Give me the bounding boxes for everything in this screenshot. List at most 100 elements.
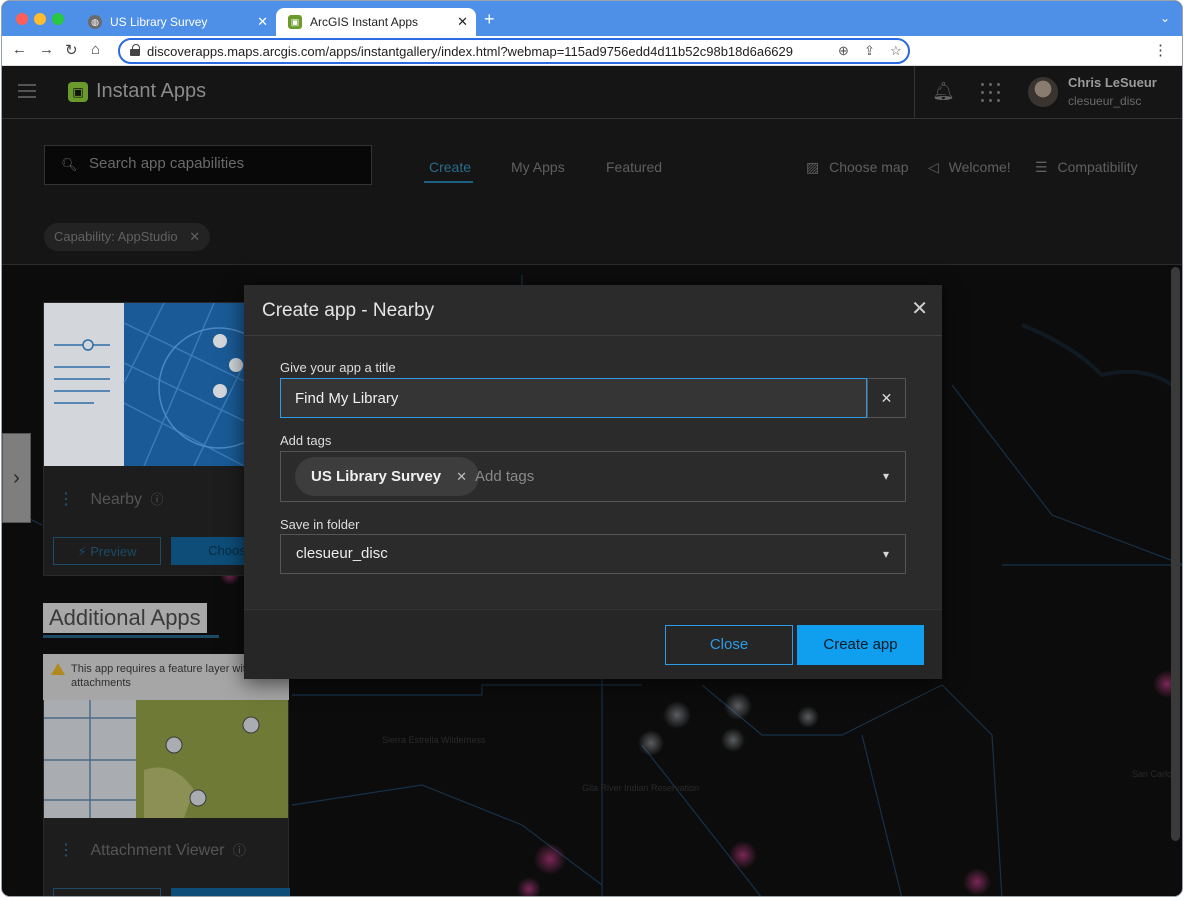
- search-input[interactable]: [89, 155, 359, 172]
- reload-icon[interactable]: ↻: [65, 41, 78, 59]
- tag-chip[interactable]: US Library Survey ✕: [295, 457, 480, 496]
- nearby-title: Nearby: [90, 491, 143, 508]
- attachment-viewer-title-row: ⋮ Attachment Viewer ⓘ: [44, 840, 246, 860]
- chevron-down-icon[interactable]: ▾: [883, 547, 889, 561]
- preview-button-2[interactable]: [53, 888, 161, 896]
- browser-tab-survey[interactable]: ◍ US Library Survey ✕: [76, 8, 276, 36]
- instant-apps-logo-icon: ▣: [68, 82, 88, 102]
- tags-field[interactable]: US Library Survey ✕ Add tags ▾: [280, 451, 906, 502]
- header-divider: [914, 66, 915, 119]
- warning-triangle-icon: [51, 663, 65, 675]
- tags-field-label: Add tags: [280, 433, 332, 448]
- user-name[interactable]: Chris LeSueur: [1068, 75, 1157, 90]
- map-icon: ▨: [806, 159, 820, 175]
- share-icon[interactable]: ⇪: [864, 43, 875, 59]
- forward-arrow-icon[interactable]: →: [39, 41, 54, 58]
- back-arrow-icon[interactable]: ←: [12, 41, 27, 58]
- create-app-dialog: Create app - Nearby ✕ Give your app a ti…: [244, 285, 942, 679]
- url-text[interactable]: discoverapps.maps.arcgis.com/apps/instan…: [147, 44, 793, 59]
- warning-text: This app requires a feature layer with a…: [71, 663, 252, 689]
- tab-title: ArcGIS Instant Apps: [310, 15, 419, 29]
- tags-input[interactable]: Add tags: [475, 468, 534, 485]
- remove-tag-icon[interactable]: ✕: [456, 457, 467, 496]
- app-card-attachment-viewer[interactable]: ⋮ Attachment Viewer ⓘ: [43, 700, 290, 896]
- close-window-button[interactable]: [16, 13, 28, 25]
- tab-my-apps[interactable]: My Apps: [511, 159, 565, 175]
- welcome-button[interactable]: ◁ Welcome!: [928, 159, 1011, 176]
- browser-window: ◍ US Library Survey ✕ ▣ ArcGIS Instant A…: [1, 0, 1183, 897]
- active-tab-indicator: [424, 181, 473, 183]
- map-label-sierra-estrella: Sierra Estrella Wilderness: [382, 735, 486, 745]
- user-id: clesueur_disc: [1068, 94, 1142, 108]
- welcome-label: Welcome!: [948, 159, 1011, 175]
- attachment-viewer-title: Attachment Viewer: [90, 842, 225, 859]
- dialog-footer: Close Create app: [244, 609, 942, 679]
- notifications-bell-icon[interactable]: 🔔︎: [932, 81, 955, 102]
- info-circle-icon[interactable]: ⓘ: [150, 492, 163, 507]
- tab-title: US Library Survey: [110, 15, 208, 29]
- chip-remove-icon[interactable]: ✕: [189, 229, 200, 244]
- gallery-toolbar: 🔍︎ Create My Apps Featured ▨ Choose map …: [2, 119, 1182, 265]
- heading-underline: [43, 635, 219, 638]
- dialog-header: Create app - Nearby ✕: [244, 285, 942, 336]
- app-launcher-grid-icon[interactable]: [981, 83, 1001, 103]
- info-circle-icon[interactable]: ⓘ: [233, 843, 246, 858]
- bookmark-star-icon[interactable]: ☆: [890, 43, 902, 59]
- capability-filter-chip[interactable]: Capability: AppStudio ✕: [44, 223, 211, 251]
- tab-search-chevron-icon[interactable]: ⌄: [1160, 11, 1170, 25]
- close-button[interactable]: Close: [665, 625, 793, 665]
- tab-create[interactable]: Create: [429, 159, 471, 175]
- preview-button[interactable]: ⚡︎ Preview: [53, 537, 161, 565]
- browser-menu-icon[interactable]: ⋮: [1153, 41, 1168, 59]
- chevron-down-icon[interactable]: ▾: [883, 469, 889, 483]
- app-title-field[interactable]: [280, 378, 867, 418]
- dialog-title: Create app - Nearby: [262, 300, 435, 321]
- search-icon: 🔍︎: [61, 157, 78, 172]
- user-avatar[interactable]: [1028, 77, 1058, 107]
- browser-toolbar: ← → ↻ ⌂ discoverapps.maps.arcgis.com/app…: [2, 36, 1182, 66]
- compatibility-label: Compatibility: [1057, 159, 1138, 175]
- choose-map-button[interactable]: ▨ Choose map: [806, 159, 909, 176]
- nearby-title-row: ⋮ Nearby ⓘ: [44, 489, 164, 509]
- clear-title-icon[interactable]: ✕: [867, 378, 906, 418]
- tab-featured[interactable]: Featured: [606, 159, 662, 175]
- folder-selected-value: clesueur_disc: [296, 545, 388, 562]
- preview-label: Preview: [90, 544, 137, 559]
- attachment-viewer-thumbnail: [44, 700, 288, 818]
- browser-tab-instant-apps[interactable]: ▣ ArcGIS Instant Apps ✕: [276, 8, 476, 36]
- tag-chip-label: US Library Survey: [311, 468, 442, 485]
- new-tab-icon[interactable]: +: [484, 9, 495, 30]
- app-title-input[interactable]: [281, 379, 866, 417]
- address-bar[interactable]: discoverapps.maps.arcgis.com/apps/instan…: [118, 38, 910, 64]
- choose-map-label: Choose map: [829, 159, 909, 175]
- filter-icon: ☰: [1035, 159, 1048, 175]
- card-kebab-icon[interactable]: ⋮: [58, 842, 74, 859]
- home-icon[interactable]: ⌂: [91, 41, 100, 58]
- additional-apps-heading: Additional Apps: [43, 603, 207, 633]
- tab-close-icon[interactable]: ✕: [257, 14, 268, 30]
- tab-close-icon[interactable]: ✕: [457, 14, 468, 30]
- zoom-icon[interactable]: ⊕: [838, 43, 849, 59]
- expand-panel-chevron-icon[interactable]: ›: [2, 433, 31, 523]
- card-kebab-icon[interactable]: ⋮: [58, 491, 74, 508]
- preview-icon: ⚡︎: [77, 544, 87, 559]
- filter-chip-label: Capability: AppStudio: [54, 229, 178, 244]
- browser-tab-strip: ◍ US Library Survey ✕ ▣ ArcGIS Instant A…: [2, 1, 1182, 36]
- choose-button-2[interactable]: [171, 888, 290, 896]
- page-scrollbar[interactable]: [1171, 267, 1180, 841]
- folder-select[interactable]: clesueur_disc ▾: [280, 534, 906, 574]
- minimize-window-button[interactable]: [34, 13, 46, 25]
- instant-apps-favicon-icon: ▣: [288, 15, 302, 29]
- maximize-window-button[interactable]: [52, 13, 64, 25]
- capability-search[interactable]: 🔍︎: [44, 145, 372, 185]
- hamburger-menu-icon[interactable]: [18, 84, 36, 98]
- dialog-close-icon[interactable]: ✕: [911, 299, 928, 319]
- app-title: Instant Apps: [96, 80, 207, 102]
- map-label-gila-river: Gila River Indian Reservation: [582, 783, 699, 793]
- folder-field-label: Save in folder: [280, 517, 360, 532]
- lock-icon: [130, 44, 140, 56]
- create-app-button[interactable]: Create app: [797, 625, 924, 665]
- compatibility-button[interactable]: ☰ Compatibility: [1035, 159, 1138, 176]
- title-field-label: Give your app a title: [280, 360, 396, 375]
- app-header: ▣ Instant Apps 🔔︎ Chris LeSueur clesueur…: [2, 66, 1182, 119]
